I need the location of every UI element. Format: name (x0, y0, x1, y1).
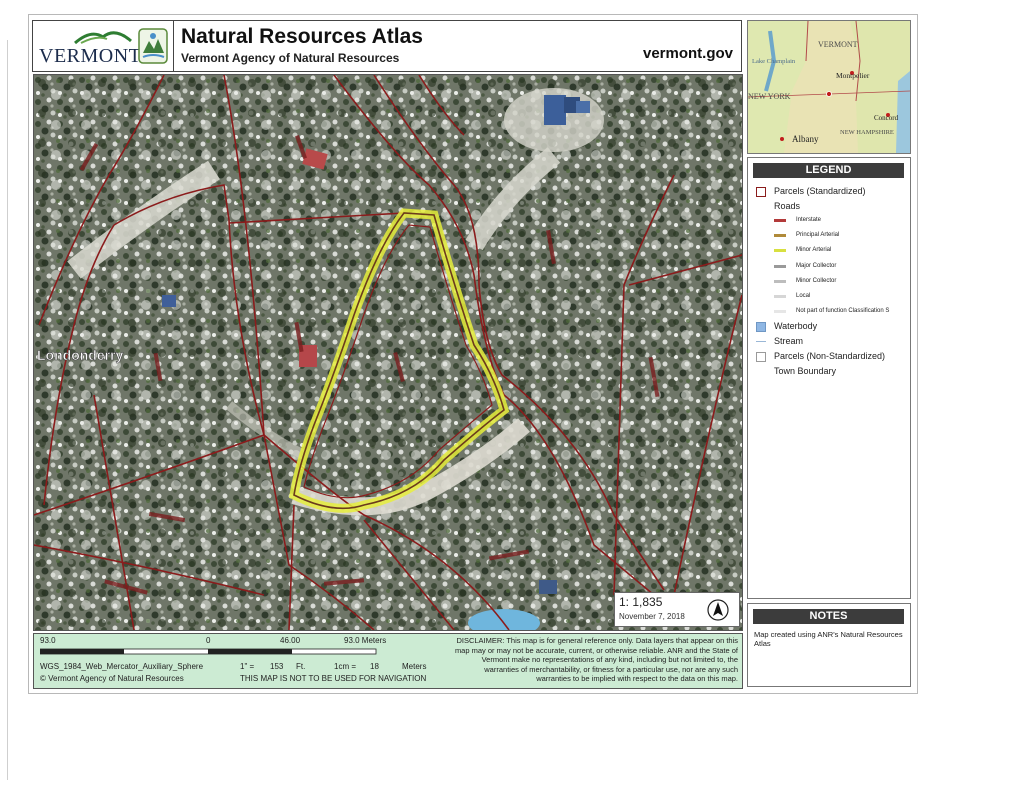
legend-label: Local (796, 293, 811, 299)
legend-swatch-major-collector (774, 265, 786, 268)
building (539, 580, 557, 594)
legend-label: Town Boundary (774, 366, 837, 376)
legend-swatch-principal-arterial (774, 234, 786, 237)
vermont-gov-link[interactable]: vermont.gov (643, 45, 733, 62)
scale-zero: 0 (206, 636, 211, 645)
inset-label-montpelier: Montpelier (836, 71, 870, 80)
inset-label-vermont: VERMONT (818, 40, 858, 49)
inset-label-new-hampshire: NEW HAMPSHIRE (840, 129, 894, 136)
legend-label: Interstate (796, 217, 822, 223)
legend-label: Not part of function Classification S (796, 308, 890, 314)
legend-title: LEGEND (753, 163, 904, 178)
inch-label: 1" = (240, 662, 255, 671)
vermont-logo-text: VERMONT (39, 45, 142, 67)
atlas-title: Natural Resources Atlas (181, 25, 423, 48)
legend-swatch-stream (756, 341, 766, 342)
inset-label-lake: Lake Champlain (752, 58, 796, 65)
legend-label: Minor Arterial (796, 247, 832, 253)
agency-subtitle: Vermont Agency of Natural Resources (181, 51, 400, 65)
cm-label: 1cm = (334, 662, 357, 671)
navigation-warning: THIS MAP IS NOT TO BE USED FOR NAVIGATIO… (240, 674, 427, 683)
town-label-londonderry: Londonderry (37, 347, 124, 363)
vermont-logo: VERMONT (33, 21, 174, 71)
inset-label-albany: Albany (792, 134, 819, 144)
legend-swatch-minor-collector (774, 280, 786, 283)
legend-swatch-parcels-non-standardized (756, 352, 766, 362)
anr-seal-icon (138, 28, 168, 64)
legend-label: Minor Collector (796, 278, 837, 284)
scale-mid-value: 46.00 (280, 636, 301, 645)
legend-swatch-parcels-standardized (756, 187, 766, 197)
notes-text: Map created using ANR's Natural Resource… (754, 630, 903, 648)
inset-label-new-york: NEW YORK (748, 92, 791, 101)
building (544, 95, 566, 125)
scale-bar-panel: 93.0 0 46.00 93.0 Meters WGS_1984_Web_Me… (33, 633, 743, 689)
title-block: VERMONT Natural Resources Atlas Vermont … (32, 20, 742, 72)
legend-label: Stream (774, 336, 804, 346)
legend-label: Roads (774, 201, 801, 211)
copyright: © Vermont Agency of Natural Resources (40, 674, 184, 683)
scan-edge-line (7, 40, 8, 780)
inch-unit: Ft. (296, 662, 306, 671)
legend-swatch-not-classified (774, 310, 786, 313)
scale-bar (40, 648, 377, 655)
map-scale-ratio: 1: 1,835 (619, 595, 663, 609)
inset-label-concord: Concord (874, 114, 899, 122)
legend-swatch-minor-arterial (774, 249, 786, 252)
legend-swatch-interstate (774, 219, 786, 222)
cm-value: 18 (370, 662, 379, 671)
building (162, 295, 176, 307)
disclaimer: DISCLAIMER: This map is for general refe… (454, 636, 738, 683)
inset-locator-map: VERMONT Lake Champlain Montpelier NEW YO… (747, 20, 911, 154)
aerial-map-graphic: Londonderry (34, 75, 742, 630)
inset-map-graphic: VERMONT Lake Champlain Montpelier NEW YO… (748, 21, 910, 153)
legend-label: Parcels (Non-Standardized) (774, 351, 886, 361)
notes-title: NOTES (753, 609, 904, 624)
legend-swatch-local (774, 295, 786, 298)
north-arrow-icon (707, 599, 729, 621)
mountain-logo-icon (74, 31, 132, 45)
scale-date-box: 1: 1,835 November 7, 2018 (614, 592, 740, 627)
cm-unit: Meters (402, 662, 427, 671)
legend-swatch-waterbody (756, 322, 766, 332)
scale-right-value: 93.0 Meters (344, 636, 387, 645)
aerial-map[interactable]: Londonderry (33, 74, 743, 631)
scale-left-value: 93.0 (40, 636, 56, 645)
map-date: November 7, 2018 (619, 612, 685, 621)
legend-label: Major Collector (796, 263, 837, 269)
legend-label: Principal Arterial (796, 232, 840, 238)
inch-value: 153 (270, 662, 284, 671)
legend-panel: LEGEND Parcels (Standardized) Roads Inte… (747, 157, 911, 599)
legend-label: Parcels (Standardized) (774, 186, 866, 196)
projection-text: WGS_1984_Web_Mercator_Auxiliary_Sphere (40, 662, 204, 671)
notes-panel: NOTES Map created using ANR's Natural Re… (747, 603, 911, 687)
legend-label: Waterbody (774, 321, 818, 331)
